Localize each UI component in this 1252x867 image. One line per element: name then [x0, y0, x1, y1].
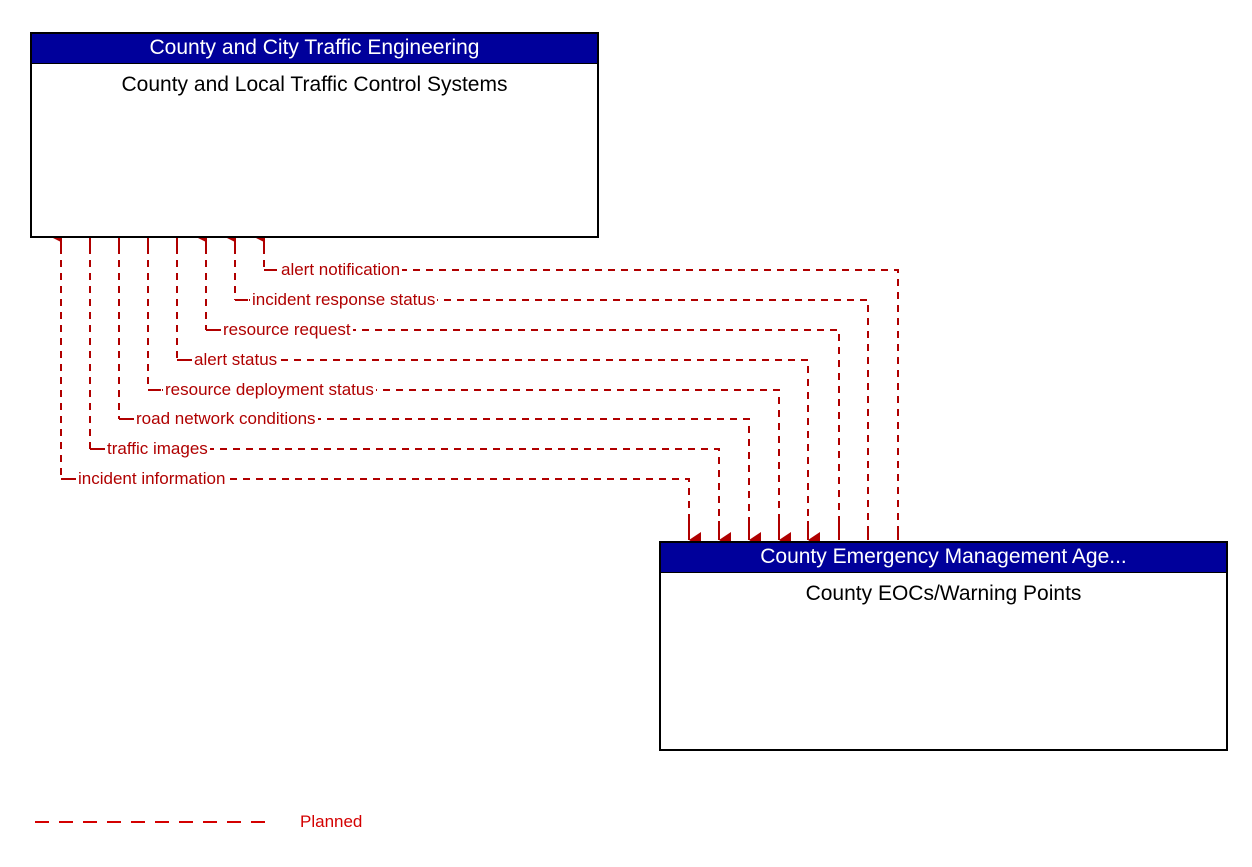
node-bottom[interactable]: County Emergency Management Age... Count…: [659, 541, 1228, 751]
node-bottom-stakeholder: County Emergency Management Age...: [661, 543, 1226, 573]
flow-label-traffic-images: traffic images: [105, 439, 210, 458]
flow-label-alert-notification: alert notification: [279, 260, 403, 279]
flow-label-incident-information: incident information: [76, 469, 228, 488]
node-top[interactable]: County and City Traffic Engineering Coun…: [30, 32, 599, 238]
legend-label-planned: Planned: [300, 812, 363, 831]
flow-label-resource-request: resource request: [221, 320, 353, 339]
flow-label-incident-response-status: incident response status: [250, 290, 438, 309]
flow-label-resource-deployment-status: resource deployment status: [163, 380, 376, 399]
flow-label-road-network-conditions: road network conditions: [134, 409, 318, 428]
flow-label-alert-status: alert status: [192, 350, 280, 369]
node-bottom-name: County EOCs/Warning Points: [805, 582, 1082, 605]
flow-path-alert-notification: [277, 269, 899, 533]
node-top-name: County and Local Traffic Control Systems: [121, 73, 508, 96]
node-top-stakeholder: County and City Traffic Engineering: [32, 34, 597, 64]
